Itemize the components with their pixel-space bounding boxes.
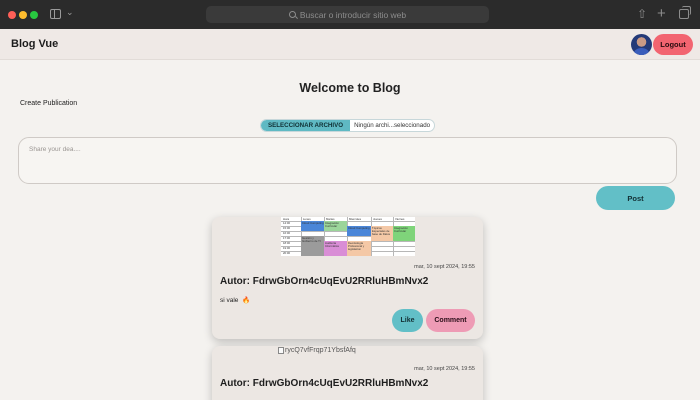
schedule-time: 17:00: [283, 236, 290, 240]
post-timestamp: mar, 10 sept 2024, 19:55: [414, 264, 475, 270]
schedule-entry: Cloud Computing: [348, 226, 370, 230]
share-icon[interactable]: ⇧: [637, 6, 647, 22]
schedule-time: 18:00: [283, 241, 290, 245]
tabs-overview-icon[interactable]: [679, 6, 691, 19]
sidebar-icon[interactable]: [50, 9, 61, 19]
schedule-time: 15:00: [283, 226, 290, 230]
schedule-entry: Tópicos Especiales de base de Datos: [372, 226, 391, 236]
post-timestamp: mar, 10 sept 2024, 19:55: [414, 366, 475, 372]
page-title: Welcome to Blog: [299, 81, 401, 95]
post-text: si vale: [220, 297, 239, 304]
minimize-window-button[interactable]: [19, 11, 27, 19]
address-bar-placeholder: Buscar o introducir sitio web: [299, 9, 407, 20]
browser-toolbar: ⌄ Buscar o introducir sitio web ⇧ +: [0, 0, 700, 29]
schedule-entry: Gestión y Gobierno de TI: [302, 236, 321, 243]
schedule-time: 16:00: [283, 231, 290, 235]
file-input[interactable]: SELECCIONAR ARCHIVO Ningún archi...selec…: [260, 119, 435, 132]
schedule-header: Viernes: [395, 217, 405, 221]
search-icon: [288, 11, 296, 18]
maximize-window-button[interactable]: [30, 11, 38, 19]
schedule-time: 19:00: [283, 246, 290, 250]
post-card: Hora Lunes Martes Miercoles Jueves Viern…: [212, 217, 483, 339]
chevron-down-icon[interactable]: ⌄: [66, 7, 74, 18]
file-status-text: Ningún archi...seleccionado: [354, 122, 431, 129]
post-author: Autor: FdrwGbOrn4cUqEvU2RRluHBmNvx2: [220, 378, 429, 389]
like-button[interactable]: Like: [392, 309, 423, 332]
logout-button[interactable]: Logout: [653, 34, 693, 55]
schedule-time: 20:00: [283, 251, 290, 255]
schedule-time: 14:00: [283, 221, 290, 225]
create-publication-label: Create Publication: [20, 100, 78, 107]
app-header: Blog Vue Logout: [0, 29, 700, 60]
schedule-entry: Cloud Computing: [302, 221, 324, 225]
fire-emoji-icon: 🔥: [242, 297, 251, 304]
post-author: Autor: FdrwGbOrn4cUqEvU2RRluHBmNvx2: [220, 276, 429, 287]
schedule-header: Miercoles: [349, 217, 361, 221]
brand-title[interactable]: Blog Vue: [11, 38, 58, 50]
schedule-entry: Integración Curricular: [394, 226, 408, 233]
post-card: rycQ7vfFrqp71YbsfAfq mar, 10 sept 2024, …: [212, 346, 483, 400]
new-tab-plus-icon[interactable]: +: [657, 6, 666, 22]
schedule-entry: Integración Curricular: [325, 221, 339, 228]
comment-button[interactable]: Comment: [426, 309, 475, 332]
post-button[interactable]: Post: [596, 186, 675, 210]
schedule-entry: Deontología Profesional y legislacion: [348, 241, 365, 251]
avatar[interactable]: [631, 34, 652, 55]
broken-image-icon: [278, 347, 284, 354]
post-body: si vale 🔥: [220, 296, 250, 304]
post-image-schedule: Hora Lunes Martes Miercoles Jueves Viern…: [281, 217, 415, 256]
compose-textarea[interactable]: [18, 137, 677, 184]
post-image: rycQ7vfFrqp71YbsfAfq: [278, 347, 356, 354]
close-window-button[interactable]: [8, 11, 16, 19]
schedule-entry: Auditoria Informática: [325, 241, 339, 248]
post-image-alt: rycQ7vfFrqp71YbsfAfq: [285, 347, 356, 354]
schedule-header: Jueves: [373, 217, 382, 221]
address-bar[interactable]: Buscar o introducir sitio web: [206, 6, 489, 23]
select-file-button[interactable]: SELECCIONAR ARCHIVO: [261, 120, 351, 131]
